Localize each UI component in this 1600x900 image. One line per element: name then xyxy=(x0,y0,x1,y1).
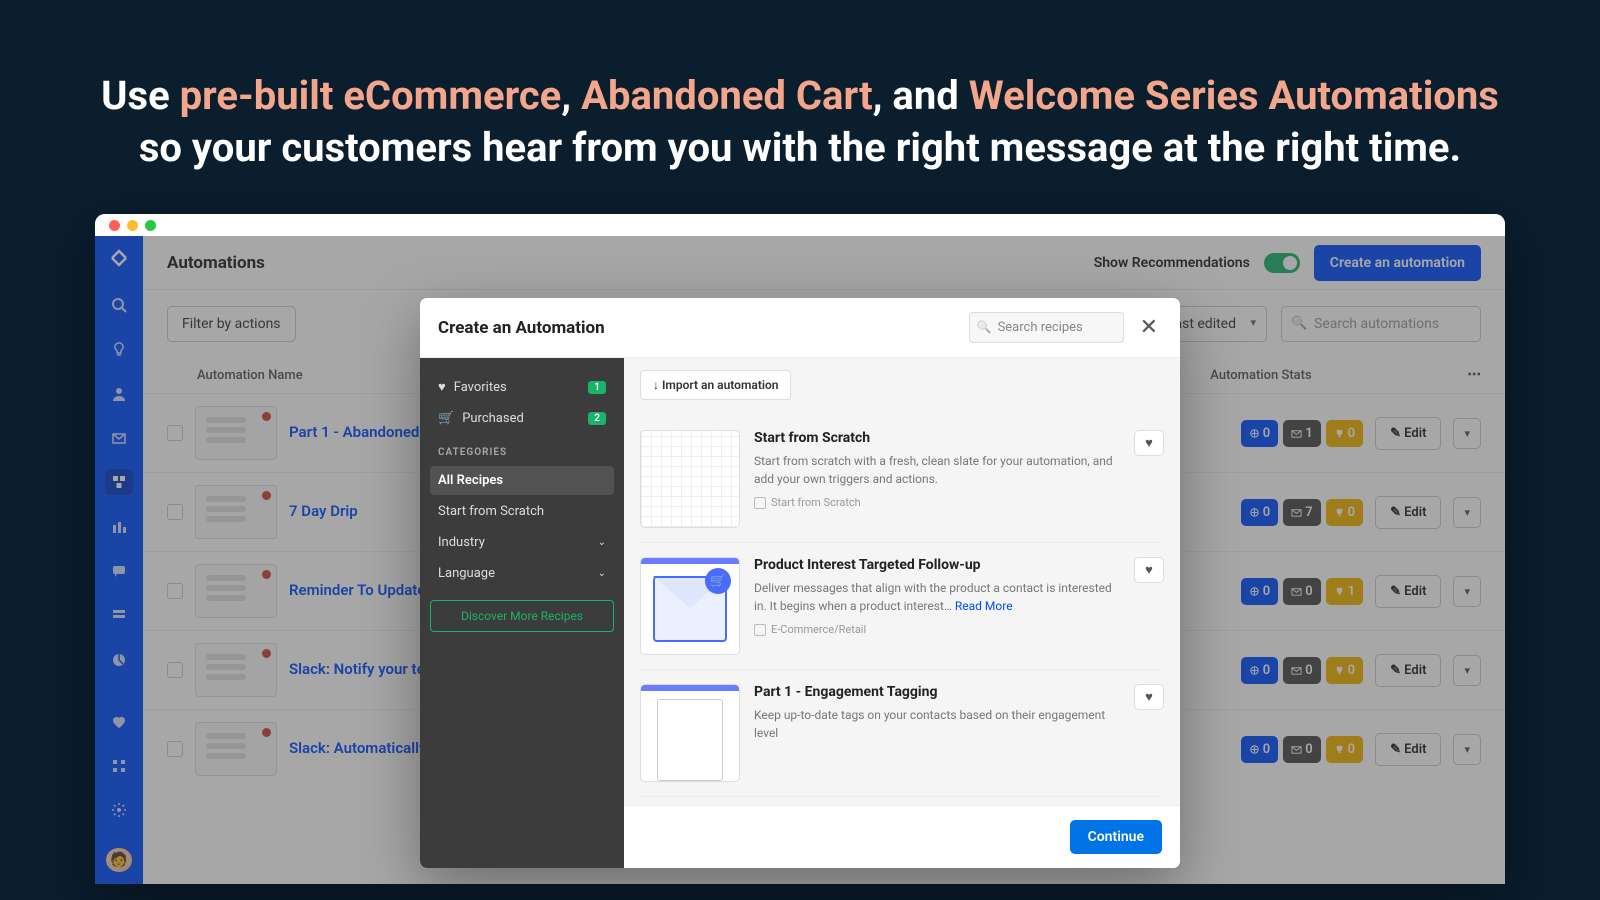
favorites-badge: 1 xyxy=(588,381,606,394)
recipe-title: Start from Scratch xyxy=(754,430,1120,446)
hero-text: Use xyxy=(101,72,179,119)
recipe-title: Part 1 - Engagement Tagging xyxy=(754,684,1120,700)
minimize-window-icon[interactable] xyxy=(127,220,138,231)
sidebar-all-recipes[interactable]: All Recipes xyxy=(430,466,614,495)
recipe-tag: Start from Scratch xyxy=(754,496,1120,509)
recipe-thumbnail xyxy=(640,684,740,782)
recipe-item[interactable]: 🛒 Product Interest Targeted Follow-up De… xyxy=(640,543,1164,670)
sidebar-purchased[interactable]: 🛒 Purchased 2 xyxy=(430,404,614,433)
window-chrome xyxy=(95,214,1505,236)
categories-header: CATEGORIES xyxy=(438,447,606,458)
recipe-item[interactable]: Part 1 - Engagement Tagging Keep up-to-d… xyxy=(640,670,1164,797)
hero-headline: Use pre-built eCommerce, Abandoned Cart,… xyxy=(0,0,1600,214)
continue-button[interactable]: Continue xyxy=(1070,820,1162,854)
recipe-search-input[interactable]: Search recipes xyxy=(969,312,1124,343)
close-modal-button[interactable]: ✕ xyxy=(1136,315,1162,340)
favorite-button[interactable]: ♥ xyxy=(1134,430,1164,456)
recipe-thumbnail xyxy=(640,430,740,528)
cart-icon: 🛒 xyxy=(438,411,454,426)
recipe-title: Product Interest Targeted Follow-up xyxy=(754,557,1120,573)
recipe-item[interactable]: Start from Scratch Start from scratch wi… xyxy=(640,416,1164,543)
heart-icon: ♥ xyxy=(438,379,446,395)
hero-subtext: so your customers hear from you with the… xyxy=(139,124,1461,171)
sidebar-scratch[interactable]: Start from Scratch xyxy=(430,497,614,526)
recipe-thumbnail: 🛒 xyxy=(640,557,740,655)
recipe-desc: Keep up-to-date tags on your contacts ba… xyxy=(754,706,1120,742)
read-more-link[interactable]: Read More xyxy=(955,599,1013,613)
purchased-badge: 2 xyxy=(588,412,606,425)
modal-overlay: Create an Automation Search recipes ✕ ♥ … xyxy=(95,236,1505,884)
maximize-window-icon[interactable] xyxy=(145,220,156,231)
discover-recipes-button[interactable]: Discover More Recipes xyxy=(430,600,614,632)
sidebar-favorites[interactable]: ♥ Favorites 1 xyxy=(430,372,614,402)
modal-title: Create an Automation xyxy=(438,318,957,338)
highlight-abandoned: Abandoned Cart xyxy=(581,72,873,119)
sidebar-language[interactable]: Language⌄ xyxy=(430,559,614,588)
recipe-tag: E-Commerce/Retail xyxy=(754,623,1120,636)
chevron-down-icon: ⌄ xyxy=(598,568,606,579)
favorite-button[interactable]: ♥ xyxy=(1134,684,1164,710)
highlight-ecommerce: pre-built eCommerce xyxy=(180,72,562,119)
favorite-button[interactable]: ♥ xyxy=(1134,557,1164,583)
chevron-down-icon: ⌄ xyxy=(598,537,606,548)
recipe-desc: Deliver messages that align with the pro… xyxy=(754,579,1120,615)
create-automation-modal: Create an Automation Search recipes ✕ ♥ … xyxy=(420,298,1180,868)
modal-sidebar: ♥ Favorites 1 🛒 Purchased 2 CATEGORIES A… xyxy=(420,358,624,868)
close-window-icon[interactable] xyxy=(109,220,120,231)
cart-icon: 🛒 xyxy=(705,568,731,594)
import-automation-button[interactable]: ↓ Import an automation xyxy=(640,370,791,400)
recipe-desc: Start from scratch with a fresh, clean s… xyxy=(754,452,1120,488)
highlight-welcome: Welcome Series Automations xyxy=(969,72,1499,119)
browser-window: 🧑 Automations Show Recommendations Creat… xyxy=(95,214,1505,884)
sidebar-industry[interactable]: Industry⌄ xyxy=(430,528,614,557)
